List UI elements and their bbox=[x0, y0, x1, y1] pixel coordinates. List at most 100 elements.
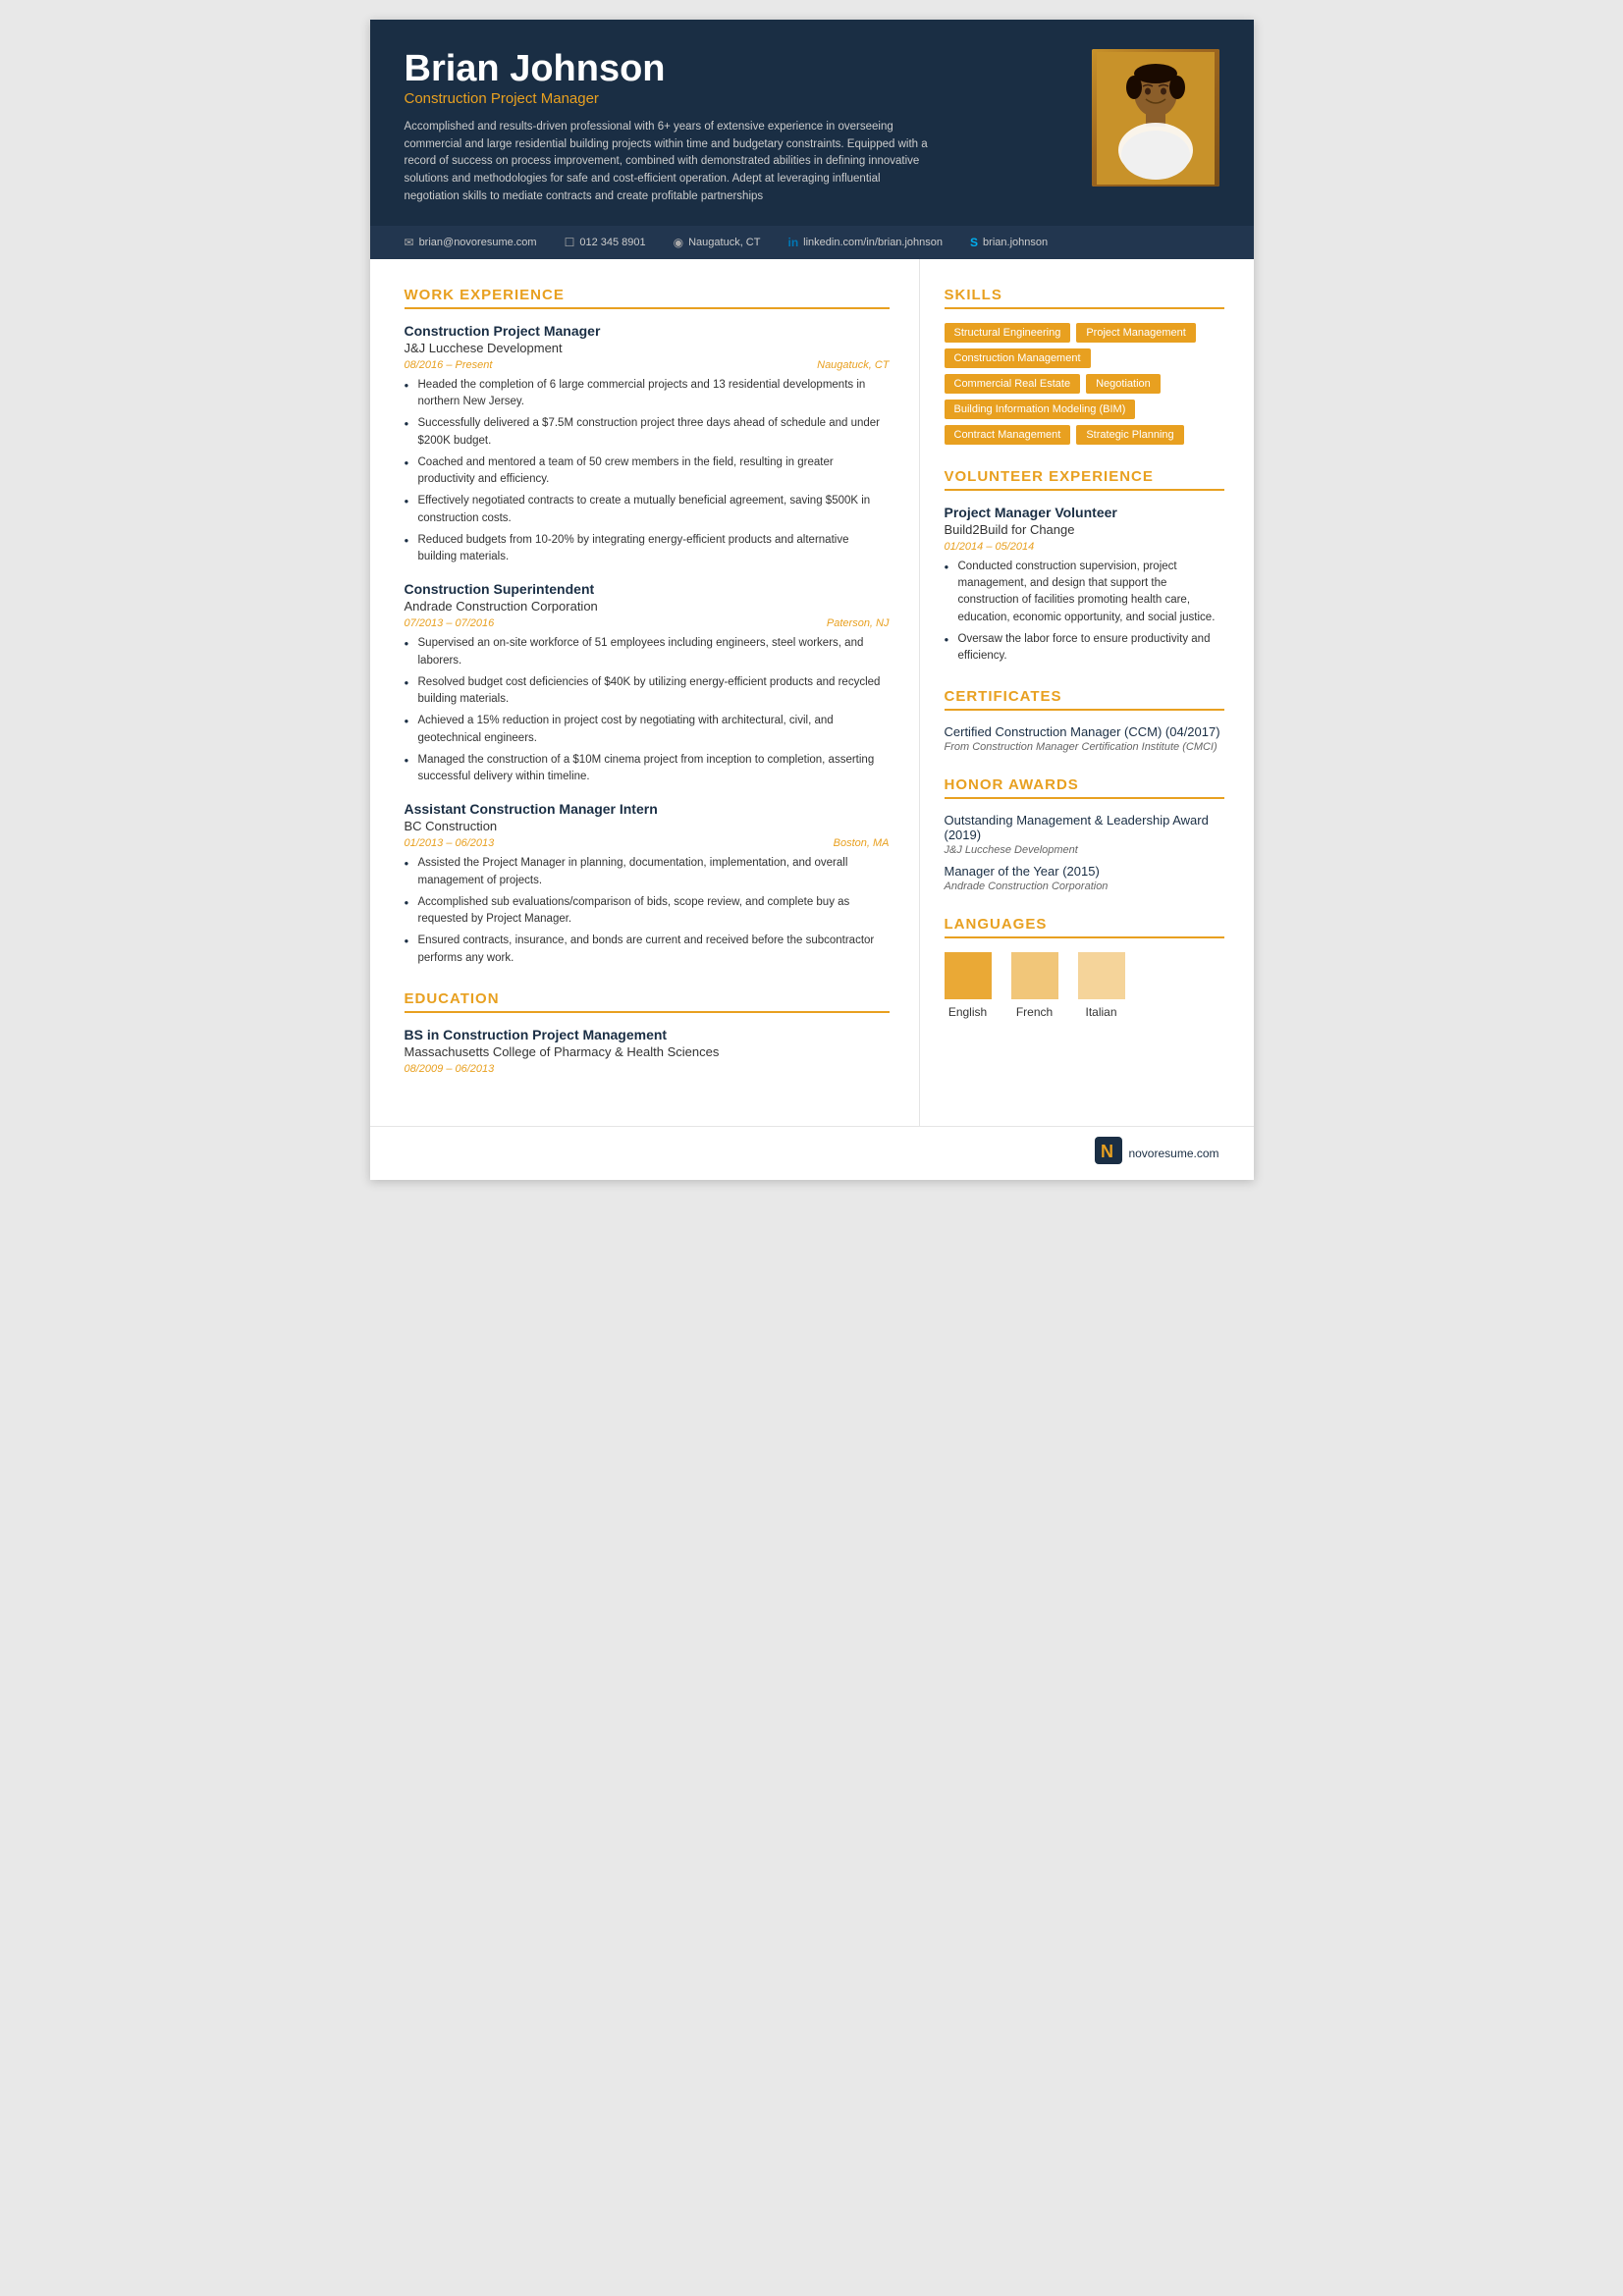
skills-section: SKILLS Structural Engineering Project Ma… bbox=[945, 287, 1224, 445]
edu-degree: BS in Construction Project Management bbox=[405, 1027, 890, 1042]
languages-section: LANGUAGES English French Italian bbox=[945, 916, 1224, 1019]
lang-french-label: French bbox=[1016, 1005, 1053, 1019]
email-icon: ✉ bbox=[405, 236, 414, 249]
lang-english: English bbox=[945, 952, 992, 1019]
right-column: SKILLS Structural Engineering Project Ma… bbox=[920, 259, 1254, 1126]
job-1-meta: 08/2016 – Present Naugatuck, CT bbox=[405, 359, 890, 371]
bullet: Managed the construction of a $10M cinem… bbox=[405, 752, 890, 786]
cert-issuer: From Construction Manager Certification … bbox=[945, 741, 1224, 753]
job-3-title: Assistant Construction Manager Intern bbox=[405, 801, 890, 817]
job-1-company: J&J Lucchese Development bbox=[405, 341, 890, 355]
job-3: Assistant Construction Manager Intern BC… bbox=[405, 801, 890, 967]
edu-school: Massachusetts College of Pharmacy & Heal… bbox=[405, 1044, 890, 1059]
body-section: WORK EXPERIENCE Construction Project Man… bbox=[370, 259, 1254, 1126]
job-2-title: Construction Superintendent bbox=[405, 581, 890, 597]
job-3-dates: 01/2013 – 06/2013 bbox=[405, 837, 495, 849]
certificates-title: CERTIFICATES bbox=[945, 688, 1224, 711]
job-2-dates: 07/2013 – 07/2016 bbox=[405, 617, 495, 629]
skill-tag: Construction Management bbox=[945, 348, 1091, 368]
svg-text:N: N bbox=[1101, 1142, 1113, 1161]
contact-linkedin: in linkedin.com/in/brian.johnson bbox=[787, 236, 943, 249]
award-1-org: J&J Lucchese Development bbox=[945, 844, 1224, 856]
lang-english-label: English bbox=[948, 1005, 987, 1019]
education-section: EDUCATION BS in Construction Project Man… bbox=[405, 990, 890, 1075]
bullet: Achieved a 15% reduction in project cost… bbox=[405, 713, 890, 747]
languages-title: LANGUAGES bbox=[945, 916, 1224, 938]
skill-tag: Building Information Modeling (BIM) bbox=[945, 400, 1136, 419]
linkedin-icon: in bbox=[787, 236, 798, 249]
job-2-bullets: Supervised an on-site workforce of 51 em… bbox=[405, 635, 890, 785]
skill-tag: Structural Engineering bbox=[945, 323, 1071, 343]
bullet: Resolved budget cost deficiencies of $40… bbox=[405, 674, 890, 709]
job-2-location: Paterson, NJ bbox=[827, 617, 890, 629]
brand-text: novoresume.com bbox=[1128, 1147, 1218, 1160]
job-1-location: Naugatuck, CT bbox=[817, 359, 889, 371]
bullet: Successfully delivered a $7.5M construct… bbox=[405, 415, 890, 450]
job-2-company: Andrade Construction Corporation bbox=[405, 599, 890, 614]
honor-awards-section: HONOR AWARDS Outstanding Management & Le… bbox=[945, 776, 1224, 892]
job-3-meta: 01/2013 – 06/2013 Boston, MA bbox=[405, 837, 890, 849]
volunteer-dates: 01/2014 – 05/2014 bbox=[945, 541, 1224, 553]
skill-tag: Project Management bbox=[1076, 323, 1196, 343]
skill-tag: Strategic Planning bbox=[1076, 425, 1183, 445]
candidate-photo bbox=[1092, 49, 1219, 187]
volunteer-title: VOLUNTEER EXPERIENCE bbox=[945, 468, 1224, 491]
logo-icon: N bbox=[1095, 1137, 1122, 1170]
bullet: Assisted the Project Manager in planning… bbox=[405, 855, 890, 889]
award-1-name: Outstanding Management & Leadership Awar… bbox=[945, 813, 1224, 842]
bullet: Coached and mentored a team of 50 crew m… bbox=[405, 454, 890, 489]
bullet: Ensured contracts, insurance, and bonds … bbox=[405, 933, 890, 967]
job-3-location: Boston, MA bbox=[834, 837, 890, 849]
bullet: Supervised an on-site workforce of 51 em… bbox=[405, 635, 890, 669]
lang-french: French bbox=[1011, 952, 1058, 1019]
job-1-bullets: Headed the completion of 6 large commerc… bbox=[405, 377, 890, 566]
candidate-name: Brian Johnson bbox=[405, 49, 1072, 90]
job-3-bullets: Assisted the Project Manager in planning… bbox=[405, 855, 890, 967]
skill-tag: Negotiation bbox=[1086, 374, 1161, 394]
award-2-name: Manager of the Year (2015) bbox=[945, 864, 1224, 879]
work-experience-section: WORK EXPERIENCE Construction Project Man… bbox=[405, 287, 890, 967]
job-1: Construction Project Manager J&J Lucches… bbox=[405, 323, 890, 566]
phone-icon: ☐ bbox=[565, 236, 575, 249]
job-2: Construction Superintendent Andrade Cons… bbox=[405, 581, 890, 785]
job-3-company: BC Construction bbox=[405, 819, 890, 833]
skills-grid: Structural Engineering Project Managemen… bbox=[945, 323, 1224, 445]
skill-tag: Contract Management bbox=[945, 425, 1071, 445]
edu-dates: 08/2009 – 06/2013 bbox=[405, 1063, 890, 1075]
lang-italian-label: Italian bbox=[1085, 1005, 1116, 1019]
contact-phone: ☐ 012 345 8901 bbox=[565, 236, 646, 249]
header-left: Brian Johnson Construction Project Manag… bbox=[405, 49, 1072, 206]
left-column: WORK EXPERIENCE Construction Project Man… bbox=[370, 259, 920, 1126]
novoresume-logo-icon: N bbox=[1095, 1137, 1122, 1164]
contact-skype: S brian.johnson bbox=[970, 236, 1048, 249]
volunteer-role: Project Manager Volunteer bbox=[945, 505, 1224, 520]
languages-row: English French Italian bbox=[945, 952, 1224, 1019]
honor-awards-title: HONOR AWARDS bbox=[945, 776, 1224, 799]
volunteer-section: VOLUNTEER EXPERIENCE Project Manager Vol… bbox=[945, 468, 1224, 666]
contact-location: ◉ Naugatuck, CT bbox=[674, 236, 761, 249]
certificates-section: CERTIFICATES Certified Construction Mana… bbox=[945, 688, 1224, 753]
cert-name: Certified Construction Manager (CCM) (04… bbox=[945, 724, 1224, 739]
lang-french-bar bbox=[1011, 952, 1058, 999]
award-2-org: Andrade Construction Corporation bbox=[945, 881, 1224, 892]
lang-italian-bar bbox=[1078, 952, 1125, 999]
lang-italian: Italian bbox=[1078, 952, 1125, 1019]
bullet: Headed the completion of 6 large commerc… bbox=[405, 377, 890, 411]
bullet: Effectively negotiated contracts to crea… bbox=[405, 493, 890, 527]
lang-english-bar bbox=[945, 952, 992, 999]
bullet: Conducted construction supervision, proj… bbox=[945, 559, 1224, 626]
job-1-title: Construction Project Manager bbox=[405, 323, 890, 339]
skype-icon: S bbox=[970, 236, 978, 249]
bullet: Accomplished sub evaluations/comparison … bbox=[405, 894, 890, 929]
work-experience-title: WORK EXPERIENCE bbox=[405, 287, 890, 309]
resume-container: Brian Johnson Construction Project Manag… bbox=[370, 20, 1254, 1180]
brand-logo: N novoresume.com bbox=[1095, 1137, 1218, 1170]
person-silhouette bbox=[1097, 52, 1215, 185]
volunteer-bullets: Conducted construction supervision, proj… bbox=[945, 559, 1224, 666]
candidate-title: Construction Project Manager bbox=[405, 90, 1072, 107]
contact-bar: ✉ brian@novoresume.com ☐ 012 345 8901 ◉ … bbox=[370, 226, 1254, 259]
contact-email: ✉ brian@novoresume.com bbox=[405, 236, 537, 249]
job-1-dates: 08/2016 – Present bbox=[405, 359, 493, 371]
skill-tag: Commercial Real Estate bbox=[945, 374, 1081, 394]
job-2-meta: 07/2013 – 07/2016 Paterson, NJ bbox=[405, 617, 890, 629]
